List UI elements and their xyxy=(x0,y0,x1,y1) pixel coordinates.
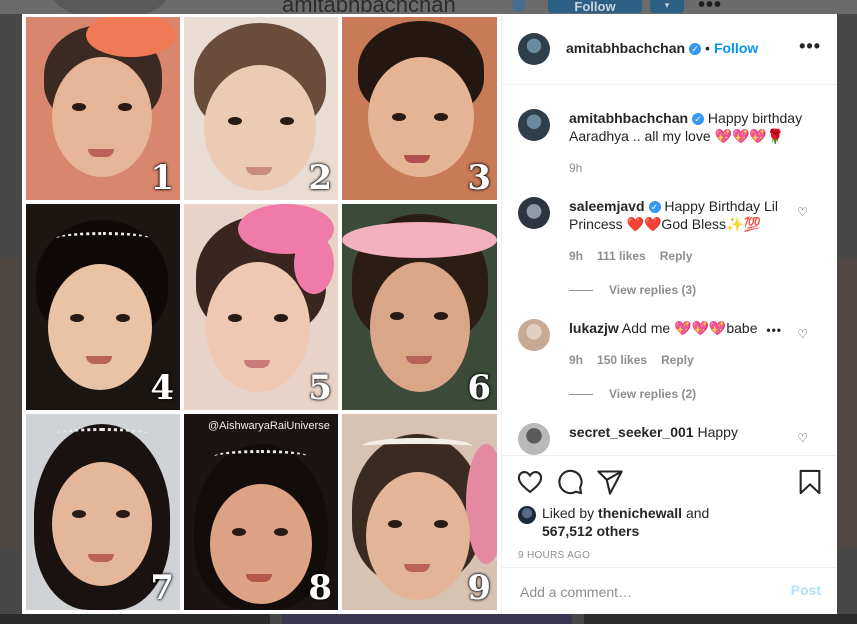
verified-icon: ✓ xyxy=(648,201,661,213)
caption-time[interactable]: 9h xyxy=(569,159,582,177)
like-comment-heart-icon[interactable]: ♡ xyxy=(797,325,808,343)
comment-meta: 9h 111 likes Reply xyxy=(569,247,706,265)
post-header: amitabhbachchan ✓ • Follow ••• xyxy=(502,14,837,85)
save-bookmark-icon[interactable] xyxy=(796,468,824,496)
caption-username[interactable]: amitabhbachchan xyxy=(569,110,688,126)
tile-number: 5 xyxy=(308,368,332,408)
comment-body: lukazjw Add me 💖💖💖babe xyxy=(569,319,779,337)
photo-tile: 5 xyxy=(184,204,338,410)
comment-username[interactable]: secret_seeker_001 xyxy=(569,424,694,440)
reply-button[interactable]: Reply xyxy=(661,353,694,367)
post-photo[interactable]: 1 2 3 4 5 6 7 @AishwaryaRaiUniverse 8 9 xyxy=(22,14,501,614)
view-replies-button[interactable]: View replies (3) xyxy=(569,281,696,299)
comment-body: saleemjavd ✓ Happy Birthday Lil Princess … xyxy=(569,197,789,233)
comment-time[interactable]: 9h xyxy=(569,353,583,367)
more-options-icon[interactable]: ••• xyxy=(799,36,821,57)
comment-body: secret_seeker_001 Happy xyxy=(569,423,779,441)
like-heart-icon[interactable] xyxy=(516,468,544,496)
background-tile xyxy=(0,614,270,624)
photo-tile: 2 xyxy=(184,17,338,200)
view-replies-button[interactable]: View replies (2) xyxy=(569,385,696,403)
photo-tile: 6 xyxy=(342,204,497,410)
view-replies-label: View replies (3) xyxy=(609,283,697,297)
photo-tile: 1 xyxy=(26,17,180,200)
background-tile xyxy=(0,258,22,548)
comment-bubble-icon[interactable] xyxy=(556,468,584,496)
photo-watermark: @AishwaryaRaiUniverse xyxy=(208,420,330,432)
liked-by-and: and xyxy=(685,505,710,521)
author-avatar[interactable] xyxy=(518,33,550,65)
comment-text: Add me 💖💖💖babe xyxy=(621,320,758,336)
tile-number: 9 xyxy=(467,568,491,608)
reply-button[interactable]: Reply xyxy=(660,249,693,263)
caption-avatar[interactable] xyxy=(518,109,550,141)
comment-meta: 9h 150 likes Reply xyxy=(569,351,708,369)
comment-time[interactable]: 9h xyxy=(569,249,583,263)
background-tile xyxy=(836,258,857,548)
tile-number: 8 xyxy=(308,568,332,608)
comment-text: Happy xyxy=(697,424,738,440)
tile-number: 2 xyxy=(308,158,332,198)
photo-tile: 7 xyxy=(26,414,180,610)
comment-likes[interactable]: 111 likes xyxy=(597,249,646,263)
photo-tile: @AishwaryaRaiUniverse 8 xyxy=(184,414,338,610)
add-comment-bar: Post xyxy=(502,567,837,615)
tile-number: 7 xyxy=(150,568,174,608)
author-username[interactable]: amitabhbachchan xyxy=(566,40,685,56)
follow-button[interactable]: Follow xyxy=(714,40,758,56)
verified-icon: ✓ xyxy=(692,113,705,125)
view-replies-line xyxy=(569,394,593,396)
view-replies-label: View replies (2) xyxy=(609,387,697,401)
comment-likes[interactable]: 150 likes xyxy=(597,353,647,367)
tile-number: 1 xyxy=(150,158,174,198)
post-comment-button[interactable]: Post xyxy=(791,582,821,598)
comment: secret_seeker_001 Happy ♡ xyxy=(518,423,818,455)
post-header-info: amitabhbachchan ✓ • Follow xyxy=(566,40,758,58)
liked-by-others[interactable]: 567,512 others xyxy=(542,523,639,539)
tile-number: 6 xyxy=(467,368,491,408)
background-tile xyxy=(282,614,572,624)
photo-tile: 9 xyxy=(342,414,497,610)
view-replies-line xyxy=(569,290,593,292)
post-modal: 1 2 3 4 5 6 7 @AishwaryaRaiUniverse 8 9 … xyxy=(22,14,837,614)
comment: saleemjavd ✓ Happy Birthday Lil Princess … xyxy=(518,197,818,307)
comment: lukazjw Add me 💖💖💖babe ••• ♡ 9h 150 likes… xyxy=(518,319,818,409)
photo-tile: 3 xyxy=(342,17,497,200)
like-comment-heart-icon[interactable]: ♡ xyxy=(797,203,808,221)
liked-by-user[interactable]: thenichewall xyxy=(598,505,682,521)
like-comment-heart-icon[interactable]: ♡ xyxy=(797,429,808,447)
caption-body: amitabhbachchan ✓ Happy birthday Aaradhya… xyxy=(569,109,814,145)
tile-number: 4 xyxy=(150,368,174,408)
comment-username[interactable]: lukazjw xyxy=(569,320,619,336)
comment-avatar[interactable] xyxy=(518,197,550,229)
comment-more-icon[interactable]: ••• xyxy=(766,321,782,339)
comments-list[interactable]: amitabhbachchan ✓ Happy birthday Aaradhya… xyxy=(502,85,837,455)
comment-avatar[interactable] xyxy=(518,319,550,351)
comment-avatar[interactable] xyxy=(518,423,550,455)
post-sidebar: amitabhbachchan ✓ • Follow ••• amitabhbachc… xyxy=(501,14,837,614)
liked-by-prefix: Liked by xyxy=(542,505,595,521)
tile-number: 3 xyxy=(467,158,491,198)
caption: amitabhbachchan ✓ Happy birthday Aaradhya… xyxy=(518,109,818,179)
separator-dot: • xyxy=(705,40,710,56)
post-actions: Liked by thenichewall and 567,512 others… xyxy=(502,455,837,568)
add-comment-input[interactable] xyxy=(518,580,772,604)
background-follow-button: Follow xyxy=(548,0,642,13)
background-tile xyxy=(584,614,857,624)
background-dropdown-icon: ▾ xyxy=(650,0,684,13)
verified-icon: ✓ xyxy=(689,43,702,55)
liked-by-text: Liked by thenichewall and 567,512 others xyxy=(542,504,822,540)
photo-tile: 4 xyxy=(26,204,180,410)
post-timestamp[interactable]: 9 HOURS AGO xyxy=(518,550,590,561)
comment-username[interactable]: saleemjavd xyxy=(569,198,645,214)
liker-avatar[interactable] xyxy=(518,506,536,524)
share-paper-plane-icon[interactable] xyxy=(596,468,624,496)
